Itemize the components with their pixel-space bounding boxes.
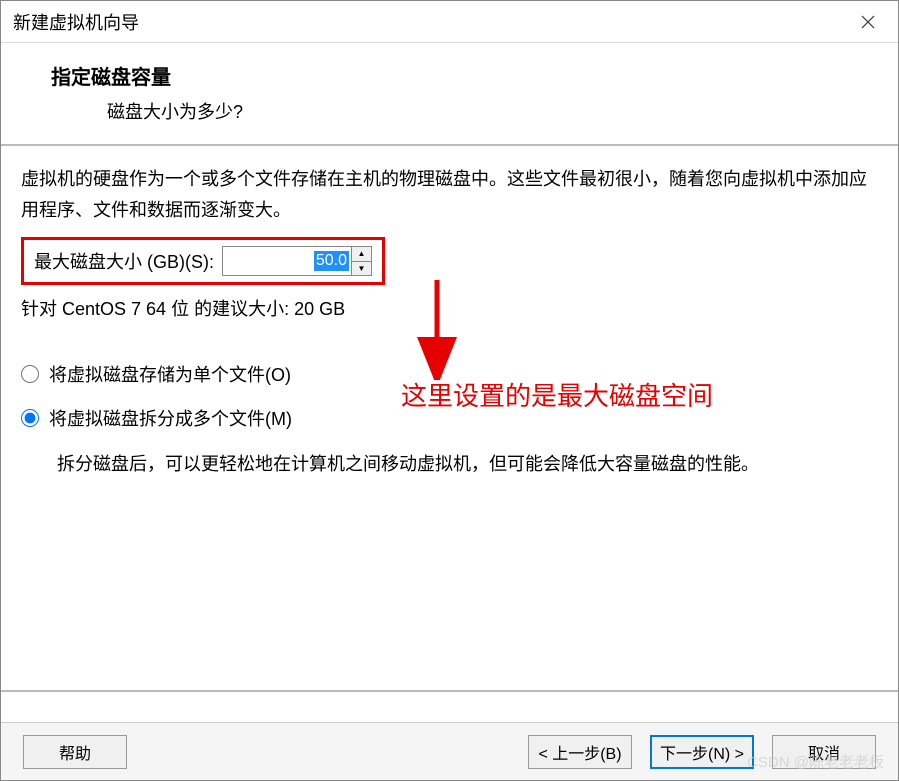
close-icon [861,15,875,29]
window-title: 新建虚拟机向导 [13,9,139,35]
disk-description: 虚拟机的硬盘作为一个或多个文件存储在主机的物理磁盘中。这些文件最初很小，随着您向… [21,164,878,225]
radio-split-file-label[interactable]: 将虚拟磁盘拆分成多个文件(M) [49,405,292,431]
spinner-buttons: ▲ ▼ [351,247,371,275]
radio-single-file[interactable] [21,365,39,383]
disk-size-value: 50.0 [314,251,349,271]
help-button[interactable]: 帮助 [23,735,127,769]
close-button[interactable] [850,7,886,37]
next-button[interactable]: 下一步(N) > [650,735,754,769]
wizard-header: 指定磁盘容量 磁盘大小为多少? [1,43,898,144]
watermark-text: CSDN @陈老老老板 [747,751,884,772]
radio-single-file-label[interactable]: 将虚拟磁盘存储为单个文件(O) [49,361,291,387]
radio-single-file-row: 将虚拟磁盘存储为单个文件(O) [21,361,878,387]
disk-size-input[interactable]: 50.0 [223,247,351,275]
disk-size-spinner[interactable]: 50.0 ▲ ▼ [222,246,372,276]
radio-split-file[interactable] [21,409,39,427]
wizard-content: 虚拟机的硬盘作为一个或多个文件存储在主机的物理磁盘中。这些文件最初很小，随着您向… [1,144,898,692]
title-bar: 新建虚拟机向导 [1,1,898,43]
back-button[interactable]: < 上一步(B) [528,735,632,769]
spinner-up-button[interactable]: ▲ [352,247,371,262]
split-description: 拆分磁盘后，可以更轻松地在计算机之间移动虚拟机，但可能会降低大容量磁盘的性能。 [21,449,878,480]
spinner-down-button[interactable]: ▼ [352,262,371,276]
max-size-label: 最大磁盘大小 (GB)(S): [34,248,214,274]
radio-split-file-row: 将虚拟磁盘拆分成多个文件(M) [21,405,878,431]
max-size-highlight: 最大磁盘大小 (GB)(S): 50.0 ▲ ▼ [21,237,385,285]
page-title: 指定磁盘容量 [51,61,858,90]
page-subtitle: 磁盘大小为多少? [51,98,858,124]
recommended-size-text: 针对 CentOS 7 64 位 的建议大小: 20 GB [21,295,878,321]
